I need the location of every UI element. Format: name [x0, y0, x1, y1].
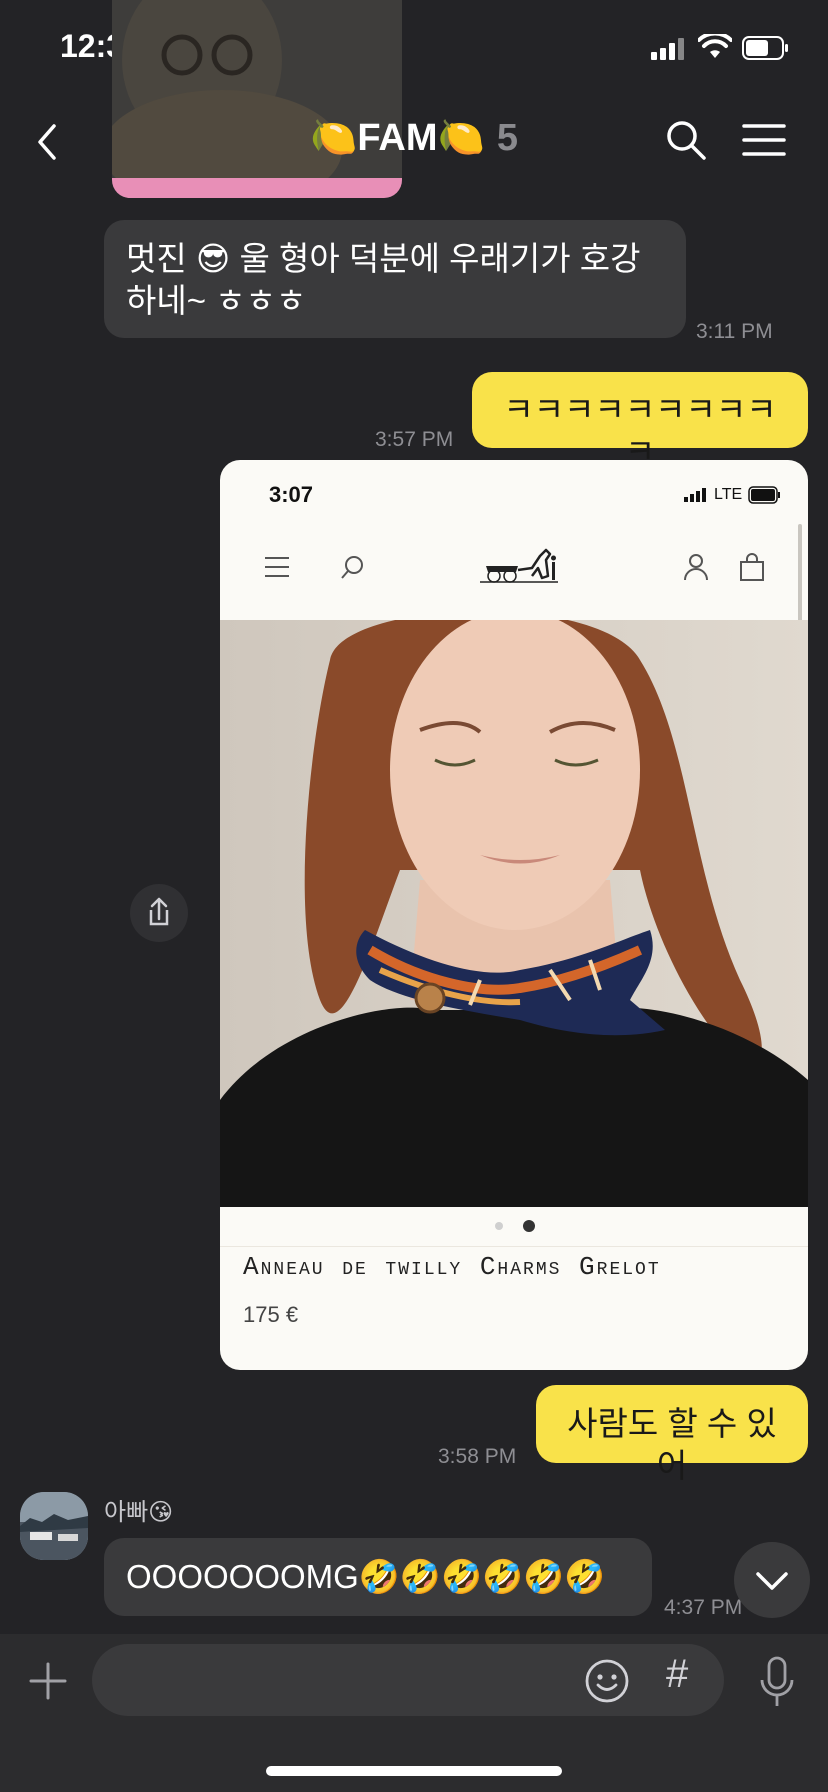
- product-name: Anneau de twilly Charms Grelot: [243, 1252, 661, 1282]
- product-photo: [220, 620, 808, 1207]
- wifi-icon: [698, 34, 732, 58]
- card-account-icon: [684, 554, 708, 581]
- menu-icon[interactable]: [742, 122, 786, 158]
- message-bubble[interactable]: OOOOOOOMG🤣🤣🤣🤣🤣🤣: [104, 1538, 652, 1616]
- sender-name: 아빠😘: [104, 1499, 174, 1526]
- signal-icon: [651, 36, 687, 60]
- message-text: 멋진 😎 울 형아 덕분에 우래기가 호강하네~ ㅎㅎㅎ: [126, 240, 641, 319]
- card-nav-bar: [220, 530, 808, 610]
- message-time: 3:11 PM: [696, 320, 773, 343]
- card-network-label: LTE: [714, 486, 743, 503]
- battery-icon: [742, 36, 788, 60]
- message-bubble[interactable]: 사람도 할 수 있어: [536, 1385, 808, 1484]
- scroll-to-bottom-button[interactable]: [734, 1542, 810, 1618]
- message-text: OOOOOOOMG🤣🤣🤣🤣🤣🤣: [126, 1558, 606, 1595]
- share-icon: [149, 897, 169, 926]
- card-menu-icon: [265, 557, 289, 577]
- brand-logo-icon: [480, 548, 558, 583]
- plus-icon[interactable]: [28, 1661, 68, 1701]
- search-icon[interactable]: [664, 118, 708, 162]
- avatar[interactable]: [20, 1492, 88, 1560]
- emoji-icon[interactable]: [584, 1658, 630, 1704]
- shared-screenshot-card[interactable]: 3:07 LTE Anneau de twilly Charms Grelot …: [220, 460, 808, 1370]
- card-battery-icon: [748, 486, 780, 504]
- carousel-dot[interactable]: [495, 1222, 503, 1230]
- share-button[interactable]: [130, 884, 188, 942]
- message-time: 3:57 PM: [375, 428, 454, 451]
- card-search-icon: [341, 556, 363, 579]
- message-text: ㅋㅋㅋㅋㅋㅋㅋㅋㅋㅋ: [503, 391, 777, 470]
- card-status-time: 3:07: [269, 482, 314, 507]
- member-count: 5: [496, 117, 518, 159]
- chat-title-text: 🍋FAM🍋: [310, 117, 485, 159]
- chevron-down-icon: [756, 1572, 788, 1590]
- card-bag-icon: [740, 553, 764, 581]
- message-time: 3:58 PM: [438, 1445, 517, 1468]
- home-indicator: [266, 1766, 562, 1776]
- message-bubble[interactable]: ㅋㅋㅋㅋㅋㅋㅋㅋㅋㅋ: [472, 372, 808, 470]
- message-time: 4:37 PM: [664, 1596, 743, 1619]
- carousel-dot-active[interactable]: [523, 1220, 535, 1232]
- card-divider: [220, 1246, 808, 1247]
- product-price: 175 €: [243, 1302, 299, 1327]
- card-signal-icon: [684, 488, 708, 502]
- mic-icon[interactable]: [760, 1656, 794, 1708]
- hash-icon[interactable]: #: [666, 1652, 688, 1697]
- message-text: 사람도 할 수 있어: [567, 1405, 777, 1484]
- message-bubble[interactable]: 멋진 😎 울 형아 덕분에 우래기가 호강하네~ ㅎㅎㅎ: [104, 220, 686, 338]
- carousel-dots: [495, 1220, 535, 1232]
- previous-image-message[interactable]: [112, 0, 402, 198]
